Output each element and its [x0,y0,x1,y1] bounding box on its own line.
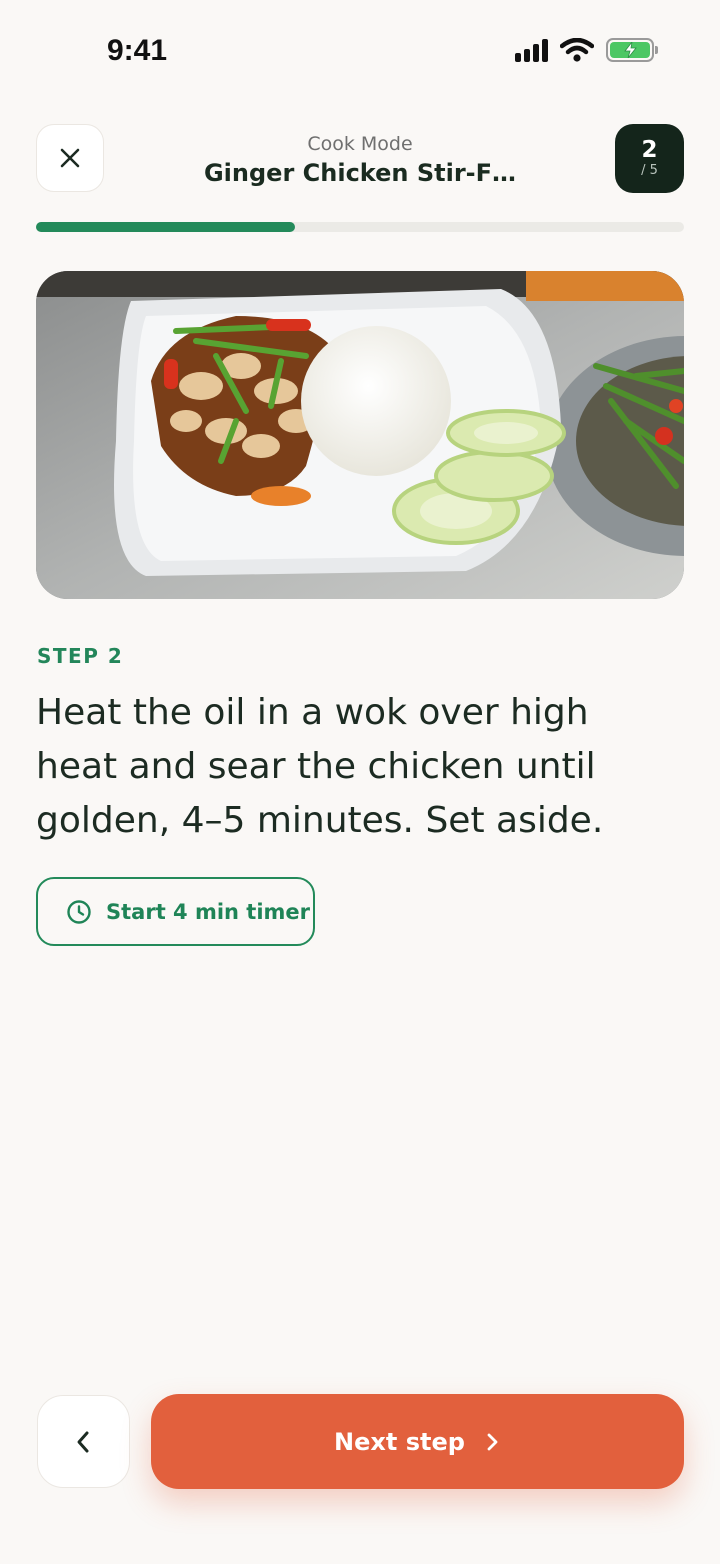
step-counter-total: / 5 [641,163,658,178]
wifi-icon [560,38,594,62]
close-icon [60,148,80,168]
header-titles: Cook Mode Ginger Chicken Stir-F… [146,132,574,190]
next-step-button[interactable]: Next step [151,1394,684,1489]
clock-icon [67,899,91,924]
step-progress-fill [36,222,296,232]
step-counter-current: 2 [641,137,658,163]
chevron-right-icon [487,1433,498,1450]
timer-button-label: Start 4 min timer [106,899,311,924]
header-subtitle: Cook Mode [307,133,413,155]
chevron-left-icon [77,1431,88,1452]
previous-step-button[interactable] [37,1395,130,1488]
step-photo [36,271,684,599]
battery-icon [606,38,658,62]
status-icons [515,38,658,62]
step-label: STEP 2 [37,644,124,668]
next-step-label: Next step [334,1427,465,1456]
close-button[interactable] [36,124,104,192]
step-progress-bar [36,222,684,232]
status-bar: 9:41 [0,0,720,100]
start-timer-button[interactable]: Start 4 min timer [36,877,315,946]
step-instruction: Heat the oil in a wok over high heat and… [36,692,604,841]
cook-mode-header: Cook Mode Ginger Chicken Stir-F… 2 / 5 [36,124,684,194]
signal-icon [515,38,548,62]
step-counter-badge: 2 / 5 [615,124,684,193]
status-time: 9:41 [107,34,168,67]
recipe-title: Ginger Chicken Stir-F… [203,159,517,187]
